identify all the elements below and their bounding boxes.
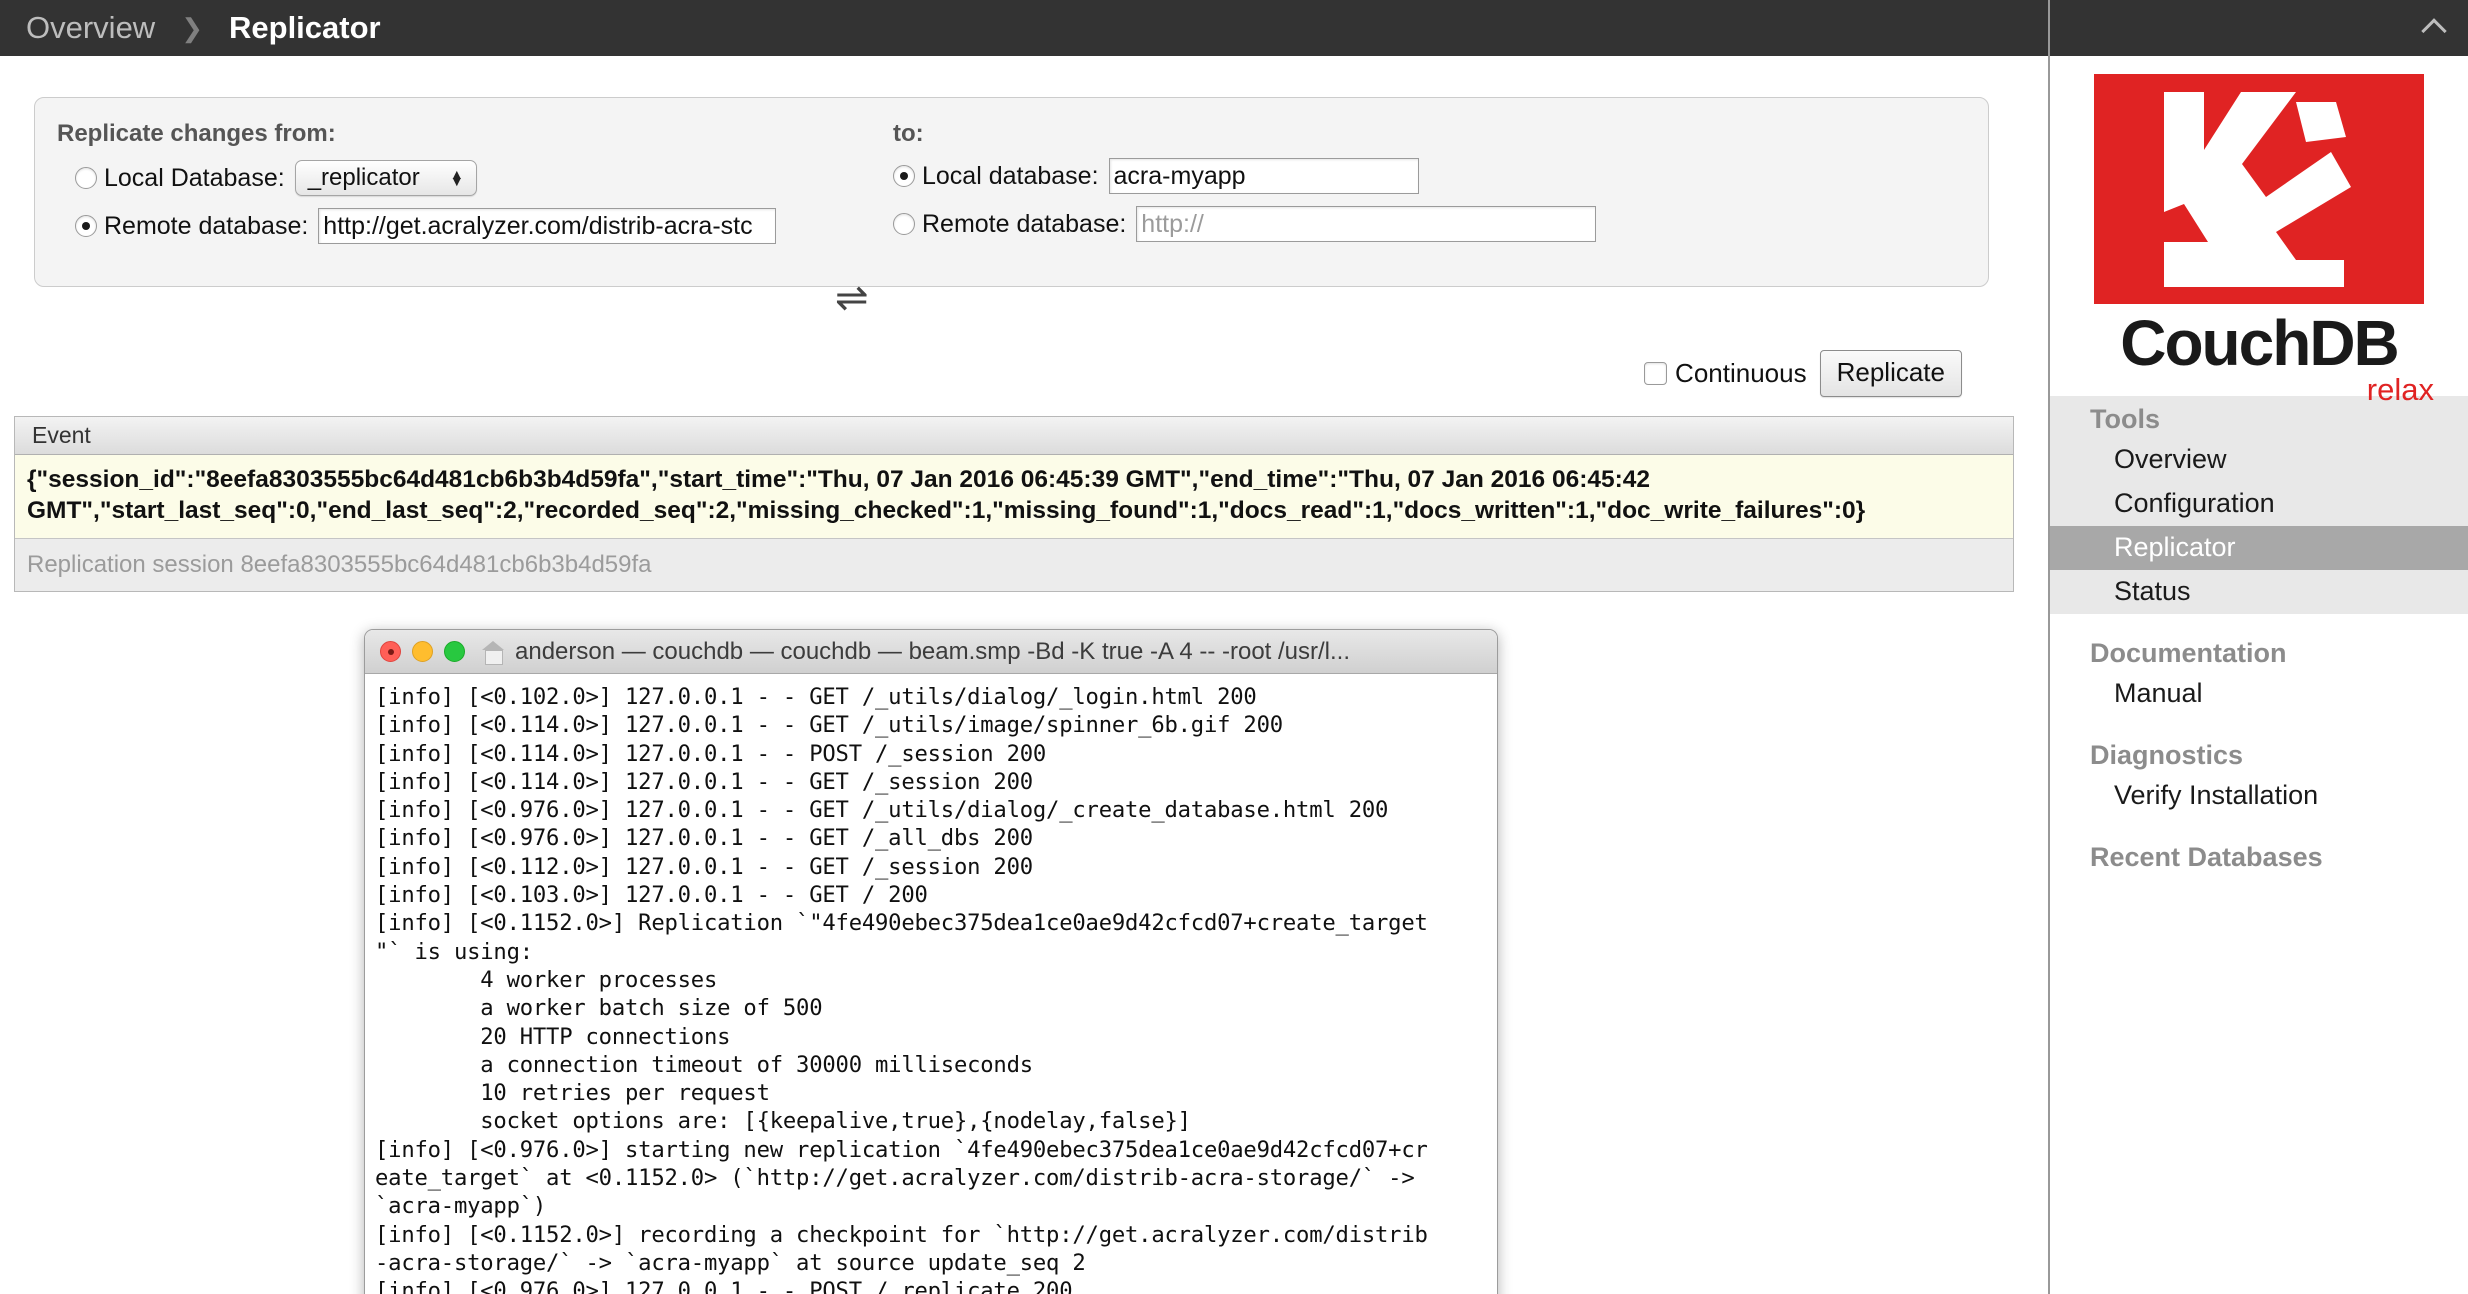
from-local-database-select[interactable]: _replicator ▲ ▼ (294, 160, 477, 196)
terminal-titlebar[interactable]: anderson — couchdb — couchdb — beam.smp … (365, 630, 1497, 674)
sidebar-group-title: Recent Databases (2090, 842, 2323, 872)
continuous-label: Continuous (1675, 358, 1807, 388)
replication-session-status: Replication session 8eefa8303555bc64d481… (15, 538, 2013, 591)
sidebar-item-manual[interactable]: Manual (2050, 672, 2468, 716)
from-local-label: Local Database: (104, 163, 285, 192)
window-close-icon[interactable] (380, 641, 401, 662)
sidebar-group-documentation: Documentation Manual (2050, 630, 2468, 716)
to-remote-radio[interactable] (893, 213, 915, 235)
sidebar-item-verify-installation[interactable]: Verify Installation (2050, 774, 2468, 818)
terminal-line: -acra-storage/` -> `acra-myapp` at sourc… (375, 1249, 1086, 1276)
panel-actions: Continuous Replicate (1644, 350, 1962, 397)
to-remote-row: Remote database: http:// (893, 206, 1597, 242)
terminal-line: [info] [<0.112.0>] 127.0.0.1 - - GET /_s… (375, 853, 1033, 880)
window-zoom-icon[interactable] (444, 641, 465, 662)
terminal-output[interactable]: [info] [<0.102.0>] 127.0.0.1 - - GET /_u… (365, 674, 1497, 1294)
select-arrows-icon: ▲ ▼ (449, 166, 464, 189)
sidebar-group-title: Diagnostics (2090, 740, 2244, 770)
couchdb-logo-mark (2094, 74, 2424, 304)
terminal-line: [info] [<0.976.0>] 127.0.0.1 - - POST /_… (375, 1278, 1073, 1294)
replicate-from-label: Replicate changes from: (57, 120, 336, 147)
to-local-database-input[interactable]: acra-myapp (1108, 158, 1419, 194)
terminal-line: [info] [<0.114.0>] 127.0.0.1 - - POST /_… (375, 740, 1047, 767)
to-remote-label: Remote database: (922, 209, 1127, 238)
from-local-database-value: _replicator (307, 164, 420, 191)
to-remote-url-input[interactable]: http:// (1136, 206, 1597, 242)
terminal-line: 4 worker processes (375, 966, 718, 993)
main-content: Replicate changes from: to: Local Databa… (0, 56, 2048, 1294)
breadcrumb-bar: Overview ❯ Replicator (0, 0, 2048, 56)
to-local-row: Local database: acra-myapp (893, 158, 1419, 194)
terminal-line: [info] [<0.1152.0>] recording a checkpoi… (375, 1221, 1428, 1248)
sidebar-nav: Tools Overview Configuration Replicator Stat… (2050, 396, 2468, 892)
terminal-line: [info] [<0.103.0>] 127.0.0.1 - - GET / 2… (375, 882, 928, 909)
sidebar-group-diagnostics: Diagnostics Verify Installation (2050, 732, 2468, 818)
terminal-line: a connection timeout of 30000 millisecon… (375, 1051, 1033, 1078)
window-minimize-icon[interactable] (412, 641, 433, 662)
terminal-line: "` is using: (375, 938, 533, 965)
couchdb-logo-text: CouchDB (2120, 307, 2400, 379)
breadcrumb-item-replicator[interactable]: Replicator (229, 10, 381, 46)
from-remote-label: Remote database: (104, 211, 309, 240)
terminal-line: [info] [<0.114.0>] 127.0.0.1 - - GET /_s… (375, 768, 1033, 795)
terminal-log-lines: [info] [<0.102.0>] 127.0.0.1 - - GET /_u… (375, 683, 1489, 1294)
from-local-radio[interactable] (75, 167, 97, 189)
terminal-line: a worker batch size of 500 (375, 995, 823, 1022)
chevron-up-icon[interactable] (2422, 12, 2448, 38)
continuous-checkbox[interactable] (1644, 362, 1668, 385)
terminal-line: [info] [<0.1152.0>] Replication `"4fe490… (375, 910, 1428, 937)
couchdb-futon-page: Overview ❯ Replicator Replicate changes … (0, 0, 2468, 1294)
sidebar-topbar (2050, 0, 2468, 56)
replicate-panel: Replicate changes from: to: Local Databa… (34, 97, 1989, 397)
from-local-row: Local Database: _replicator ▲ ▼ (75, 160, 477, 196)
sidebar-group-title: Documentation (2090, 638, 2287, 668)
terminal-line: [info] [<0.976.0>] 127.0.0.1 - - GET /_u… (375, 797, 1389, 824)
terminal-line: [info] [<0.102.0>] 127.0.0.1 - - GET /_u… (375, 684, 1257, 710)
terminal-line: [info] [<0.976.0>] starting new replicat… (375, 1136, 1428, 1163)
swap-direction-icon[interactable]: ⇌ (835, 278, 869, 318)
sidebar-item-overview[interactable]: Overview (2050, 438, 2468, 482)
sidebar-item-replicator[interactable]: Replicator (2050, 526, 2468, 570)
from-remote-row: Remote database: http://get.acralyzer.co… (75, 208, 777, 244)
sidebar-group-recent-databases: Recent Databases (2050, 834, 2468, 876)
replicate-to-label: to: (893, 120, 924, 147)
to-local-label: Local database: (922, 161, 1099, 190)
home-folder-icon (481, 640, 505, 665)
terminal-title-text: anderson — couchdb — couchdb — beam.smp … (515, 637, 1351, 665)
couchdb-logo: CouchDB relax (2050, 56, 2468, 407)
terminal-line: eate_target` at <0.1152.0> (`http://get.… (375, 1165, 1415, 1192)
terminal-line: [info] [<0.976.0>] 127.0.0.1 - - GET /_a… (375, 825, 1033, 852)
right-sidebar: CouchDB relax Tools Overview Configuration… (2048, 0, 2468, 1294)
sidebar-group-tools: Tools Overview Configuration Replicator Stat… (2050, 396, 2468, 614)
terminal-line: `acra-myapp`) (375, 1193, 547, 1220)
event-json-row[interactable]: {"session_id":"8eefa8303555bc64d481cb6b3… (15, 455, 2013, 539)
event-json-line-1: {"session_id":"8eefa8303555bc64d481cb6b3… (27, 466, 1651, 493)
breadcrumb-separator-icon: ❯ (181, 12, 203, 43)
event-table-header: Event (15, 417, 2013, 455)
terminal-window[interactable]: anderson — couchdb — couchdb — beam.smp … (364, 629, 1498, 1294)
from-remote-url-input[interactable]: http://get.acralyzer.com/distrib-acra-st… (318, 208, 777, 244)
replicate-button[interactable]: Replicate (1819, 350, 1962, 397)
terminal-line: 20 HTTP connections (375, 1023, 731, 1050)
event-json-line-2: GMT","start_last_seq":0,"end_last_seq":2… (27, 497, 1866, 525)
terminal-line: [info] [<0.114.0>] 127.0.0.1 - - GET /_u… (375, 712, 1283, 739)
from-remote-radio[interactable] (75, 215, 97, 237)
event-table: Event {"session_id":"8eefa8303555bc64d48… (14, 416, 2014, 592)
breadcrumb-item-overview[interactable]: Overview (26, 10, 155, 46)
terminal-line: 10 retries per request (375, 1080, 770, 1107)
sidebar-item-configuration[interactable]: Configuration (2050, 482, 2468, 526)
terminal-line: socket options are: [{keepalive,true},{n… (375, 1108, 1191, 1135)
couch-glyph-icon (2164, 92, 2351, 287)
to-local-radio[interactable] (893, 165, 915, 187)
sidebar-item-status[interactable]: Status (2050, 570, 2468, 614)
